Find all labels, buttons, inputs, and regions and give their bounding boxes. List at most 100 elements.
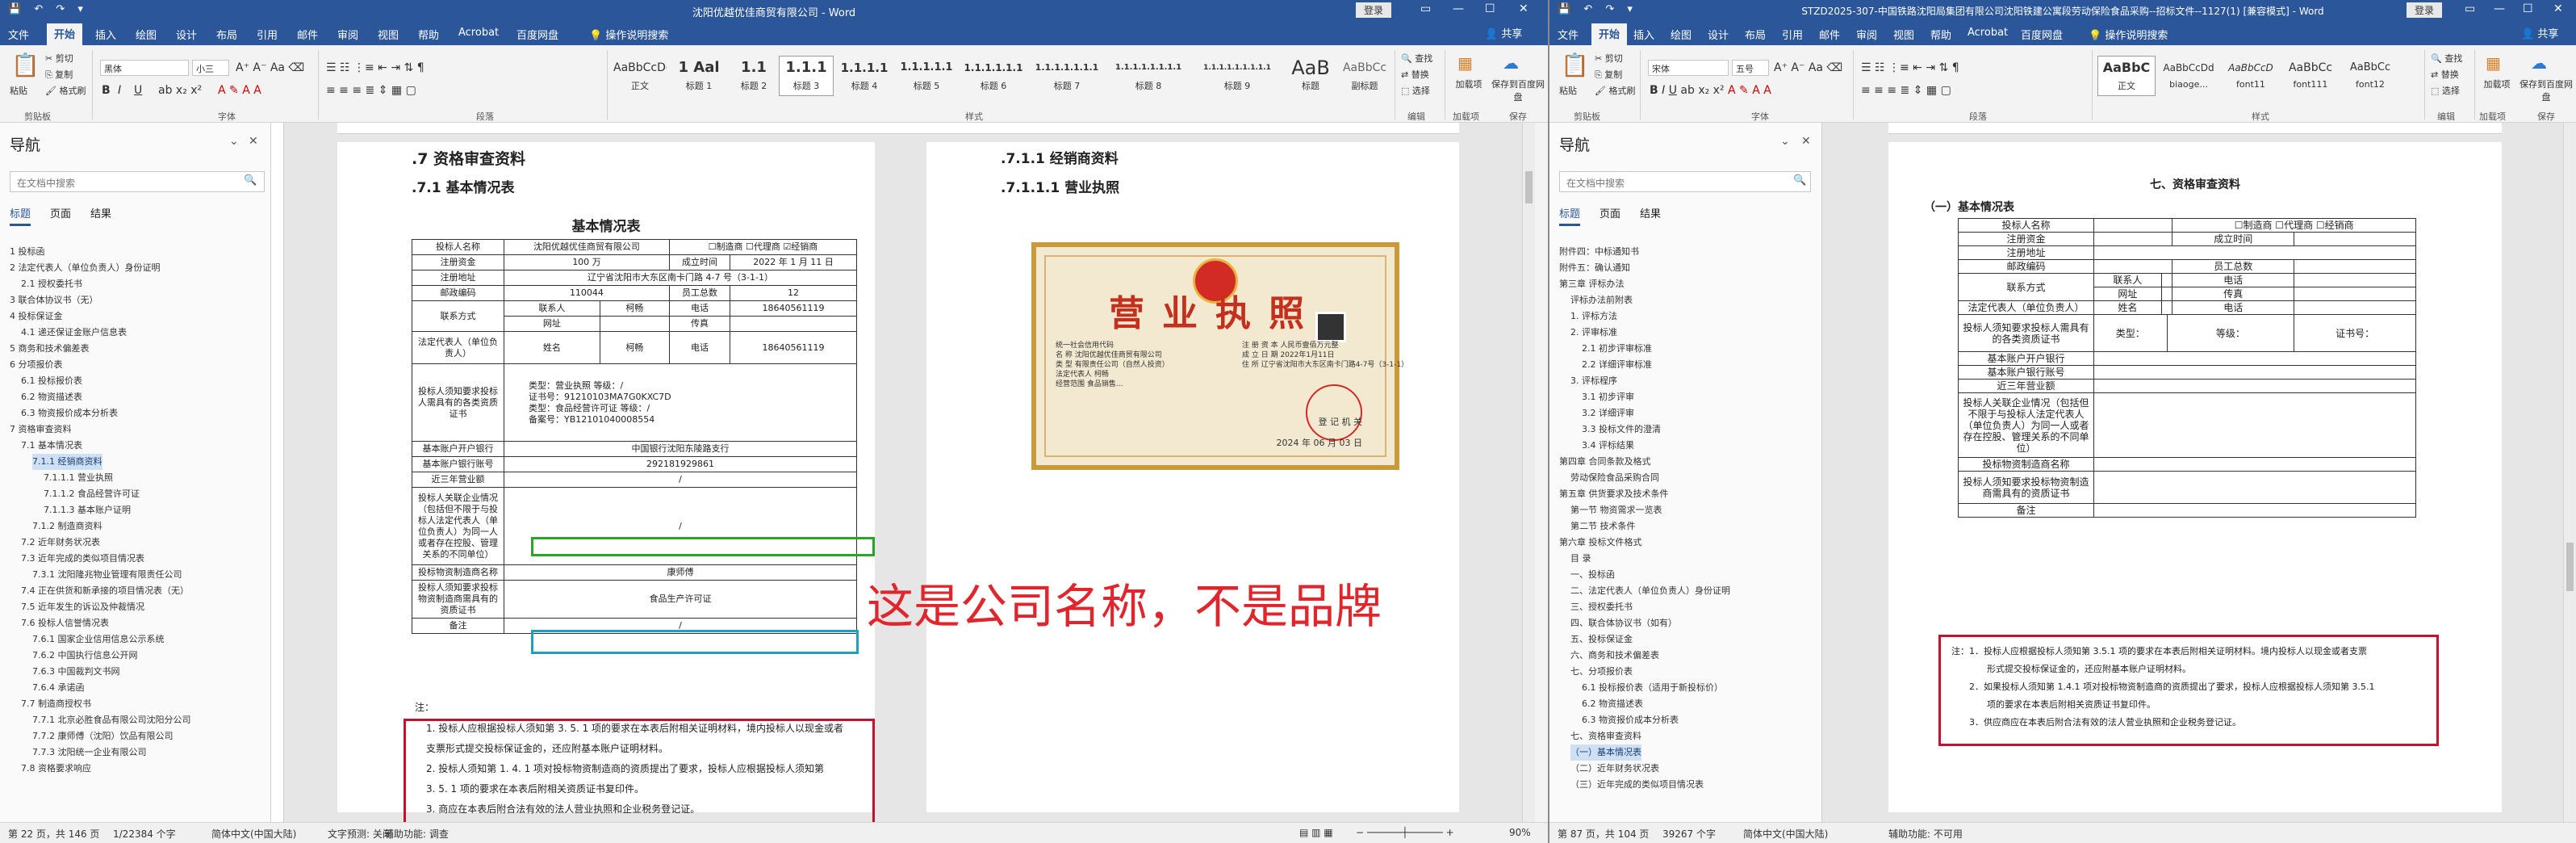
- minimize-icon[interactable]: —: [2494, 2, 2505, 15]
- addins-label[interactable]: 加载项: [1445, 78, 1493, 90]
- nav-tree-item[interactable]: 4 投标保证金: [10, 308, 63, 325]
- word-count[interactable]: 39267 个字: [1662, 827, 1716, 841]
- nav-tree-item[interactable]: 5 商务和技术偏差表: [10, 341, 90, 357]
- nav-tree-item[interactable]: 7.6.1 国家企业信用信息公示系统: [32, 631, 165, 648]
- tab-review[interactable]: 审阅: [1856, 27, 1877, 42]
- nav-tree-item[interactable]: 评标办法前附表: [1570, 292, 1633, 308]
- paste-icon[interactable]: 📋: [11, 52, 40, 78]
- nav-tree-item[interactable]: 7.6.3 中国裁判文书网: [32, 664, 120, 680]
- close-icon[interactable]: ✕: [2553, 2, 2563, 15]
- save-baidu-label[interactable]: 保存到百度网盘: [1490, 78, 1546, 103]
- style-heading-9[interactable]: 1.1.1.1.1.1.1.1.1 标题 9: [1193, 57, 1282, 95]
- paste-icon[interactable]: 📋: [1561, 52, 1589, 78]
- baidu-cloud-icon[interactable]: ☁: [1503, 53, 1519, 73]
- tab-home[interactable]: 开始: [1591, 23, 1628, 47]
- nav-tree-item[interactable]: 附件五：确认通知: [1559, 260, 1630, 276]
- style-normal[interactable]: AaBbCcDc 正文: [613, 57, 667, 95]
- nav-tree-item[interactable]: 四、联合体协议书（如有）: [1570, 615, 1677, 631]
- nav-tree-item[interactable]: 7.5 近年发生的诉讼及仲裁情况: [21, 599, 144, 615]
- tab-help[interactable]: 帮助: [1930, 27, 1951, 42]
- page-count[interactable]: 第 22 页，共 146 页: [8, 827, 99, 841]
- nav-tab-pages[interactable]: 页面: [50, 205, 71, 220]
- nav-tree-item[interactable]: 七、资格审查资料: [1570, 728, 1641, 744]
- nav-tree-item[interactable]: 7.6.4 承诺函: [32, 680, 85, 696]
- share-button[interactable]: 👤 共享: [1485, 25, 1522, 40]
- nav-tree-item[interactable]: 7.1.1.1 营业执照: [44, 470, 113, 486]
- tab-acrobat[interactable]: Acrobat: [1968, 27, 2008, 39]
- nav-tree-item[interactable]: 6.2 物资描述表: [21, 389, 82, 405]
- accessibility[interactable]: 辅助功能: 调查: [384, 827, 449, 841]
- language[interactable]: 简体中文(中国大陆): [211, 827, 296, 841]
- style-heading-4[interactable]: 1.1.1.1 标题 4: [836, 57, 893, 95]
- nav-tree-item[interactable]: 7.1.1.2 食品经营许可证: [44, 486, 140, 502]
- style-heading-3[interactable]: 1.1.1 标题 3: [779, 56, 834, 96]
- nav-tree-item[interactable]: 6.3 物资报价成本分析表: [21, 405, 118, 422]
- font-name-combo[interactable]: 黑体: [100, 60, 189, 76]
- style-font11[interactable]: AaBbCcD font11: [2223, 57, 2279, 95]
- nav-tree-item[interactable]: 3 联合体协议书（无）: [10, 292, 98, 308]
- vertical-scrollbar[interactable]: [2563, 123, 2576, 822]
- copy-button[interactable]: ⎘ 复制: [45, 68, 73, 81]
- grow-font-icon[interactable]: A⁺ A⁻ Aa ⌫: [1774, 61, 1842, 74]
- grow-font-icon[interactable]: A⁺ A⁻ Aa ⌫: [236, 61, 304, 74]
- nav-tree-item[interactable]: 目 录: [1570, 551, 1591, 567]
- font-size-combo[interactable]: 五号: [1732, 60, 1769, 76]
- tab-view[interactable]: 视图: [1893, 27, 1914, 42]
- nav-close-icon[interactable]: ✕: [249, 135, 258, 148]
- nav-tree-item[interactable]: 六、商务和技术偏差表: [1570, 648, 1659, 664]
- bullets-icon[interactable]: ☰ ☷ ⋮≡ ⇤ ⇥ ⇅ ¶: [326, 61, 424, 74]
- tab-draw[interactable]: 绘图: [136, 27, 157, 42]
- tab-references[interactable]: 引用: [1782, 27, 1803, 42]
- ribbon-display-icon[interactable]: ▭: [1420, 2, 1431, 15]
- nav-tab-pages[interactable]: 页面: [1600, 205, 1620, 220]
- scrollbar-thumb[interactable]: [1525, 171, 1533, 203]
- nav-tree-item[interactable]: 7.8 资格要求响应: [21, 761, 91, 777]
- tab-design[interactable]: 设计: [1708, 27, 1729, 42]
- nav-options-icon[interactable]: ⌄: [1780, 135, 1790, 148]
- bold-icon[interactable]: B: [102, 84, 111, 97]
- replace-button[interactable]: ⇄ 替换: [1401, 68, 1449, 81]
- italic-icon[interactable]: I: [118, 84, 121, 97]
- nav-tree-item[interactable]: 第二节 技术条件: [1570, 518, 1636, 535]
- baidu-cloud-icon[interactable]: ☁: [2531, 53, 2547, 73]
- text-prediction[interactable]: 文字预测: 关闭: [328, 827, 392, 841]
- tab-insert[interactable]: 插入: [1633, 27, 1654, 42]
- style-heading-1[interactable]: 1 Aal 标题 1: [670, 57, 728, 95]
- copy-button[interactable]: ⎘ 复制: [1595, 68, 1622, 81]
- maximize-icon[interactable]: ☐: [2523, 2, 2533, 15]
- format-painter-button[interactable]: 🖌 格式刷: [1595, 84, 1635, 97]
- nav-tree-item[interactable]: 一、投标函: [1570, 567, 1615, 583]
- nav-tree-item[interactable]: 4.1 递还保证金账户信息表: [21, 325, 127, 341]
- nav-tree-item[interactable]: 第五章 供货要求及技术条件: [1559, 486, 1669, 502]
- nav-tree-item[interactable]: 7.7.3 沈阳统一企业有限公司: [32, 744, 147, 761]
- ribbon-display-icon[interactable]: ▭: [2465, 2, 2475, 15]
- zoom-level[interactable]: 90%: [1509, 827, 1531, 838]
- nav-tree-item[interactable]: 3.1 初步评审: [1582, 389, 1634, 405]
- tell-me-search[interactable]: 💡 操作说明搜索: [2089, 27, 2168, 42]
- tab-layout[interactable]: 布局: [1745, 27, 1766, 42]
- language[interactable]: 简体中文(中国大陆): [1743, 827, 1828, 841]
- font-format-icons[interactable]: B I U ab x₂ x² A ✎ A A: [1650, 84, 1771, 97]
- find-button[interactable]: 🔍 查找: [1401, 52, 1449, 65]
- tab-design[interactable]: 设计: [176, 27, 197, 42]
- nav-tab-headings[interactable]: 标题: [1559, 205, 1581, 226]
- signin-button[interactable]: 登录: [2407, 2, 2443, 18]
- select-button[interactable]: ⬚ 选择: [1401, 84, 1449, 97]
- cut-button[interactable]: ✂ 剪切: [1595, 52, 1623, 65]
- zoom-slider[interactable]: − ──────┼────── +: [1356, 827, 1454, 838]
- style-heading-8[interactable]: 1.1.1.1.1.1.1.1 标题 8: [1107, 57, 1190, 95]
- nav-tree-item[interactable]: 2.1 初步评审标准: [1582, 341, 1652, 357]
- nav-tree-item[interactable]: 2. 评审标准: [1570, 325, 1617, 341]
- nav-tree-item[interactable]: 7.1.1 经销商资料: [32, 454, 102, 470]
- nav-tree-item[interactable]: 2.1 授权委托书: [21, 276, 82, 292]
- nav-tree-item[interactable]: 第四章 合同条款及格式: [1559, 454, 1651, 470]
- minimize-icon[interactable]: —: [1453, 2, 1464, 15]
- nav-tree-item[interactable]: 2.2 详细评审标准: [1582, 357, 1652, 373]
- nav-tree-item[interactable]: 1 投标函: [10, 244, 45, 260]
- nav-tree-item[interactable]: 6 分项报价表: [10, 357, 63, 373]
- style-font12[interactable]: AaBbCc font12: [2342, 57, 2398, 95]
- share-button[interactable]: 👤 共享: [2521, 25, 2558, 40]
- scrollbar-thumb[interactable]: [2566, 543, 2574, 591]
- style-subtitle[interactable]: AaBbCc 副标题: [1340, 57, 1390, 95]
- tab-file[interactable]: 文件: [8, 27, 29, 42]
